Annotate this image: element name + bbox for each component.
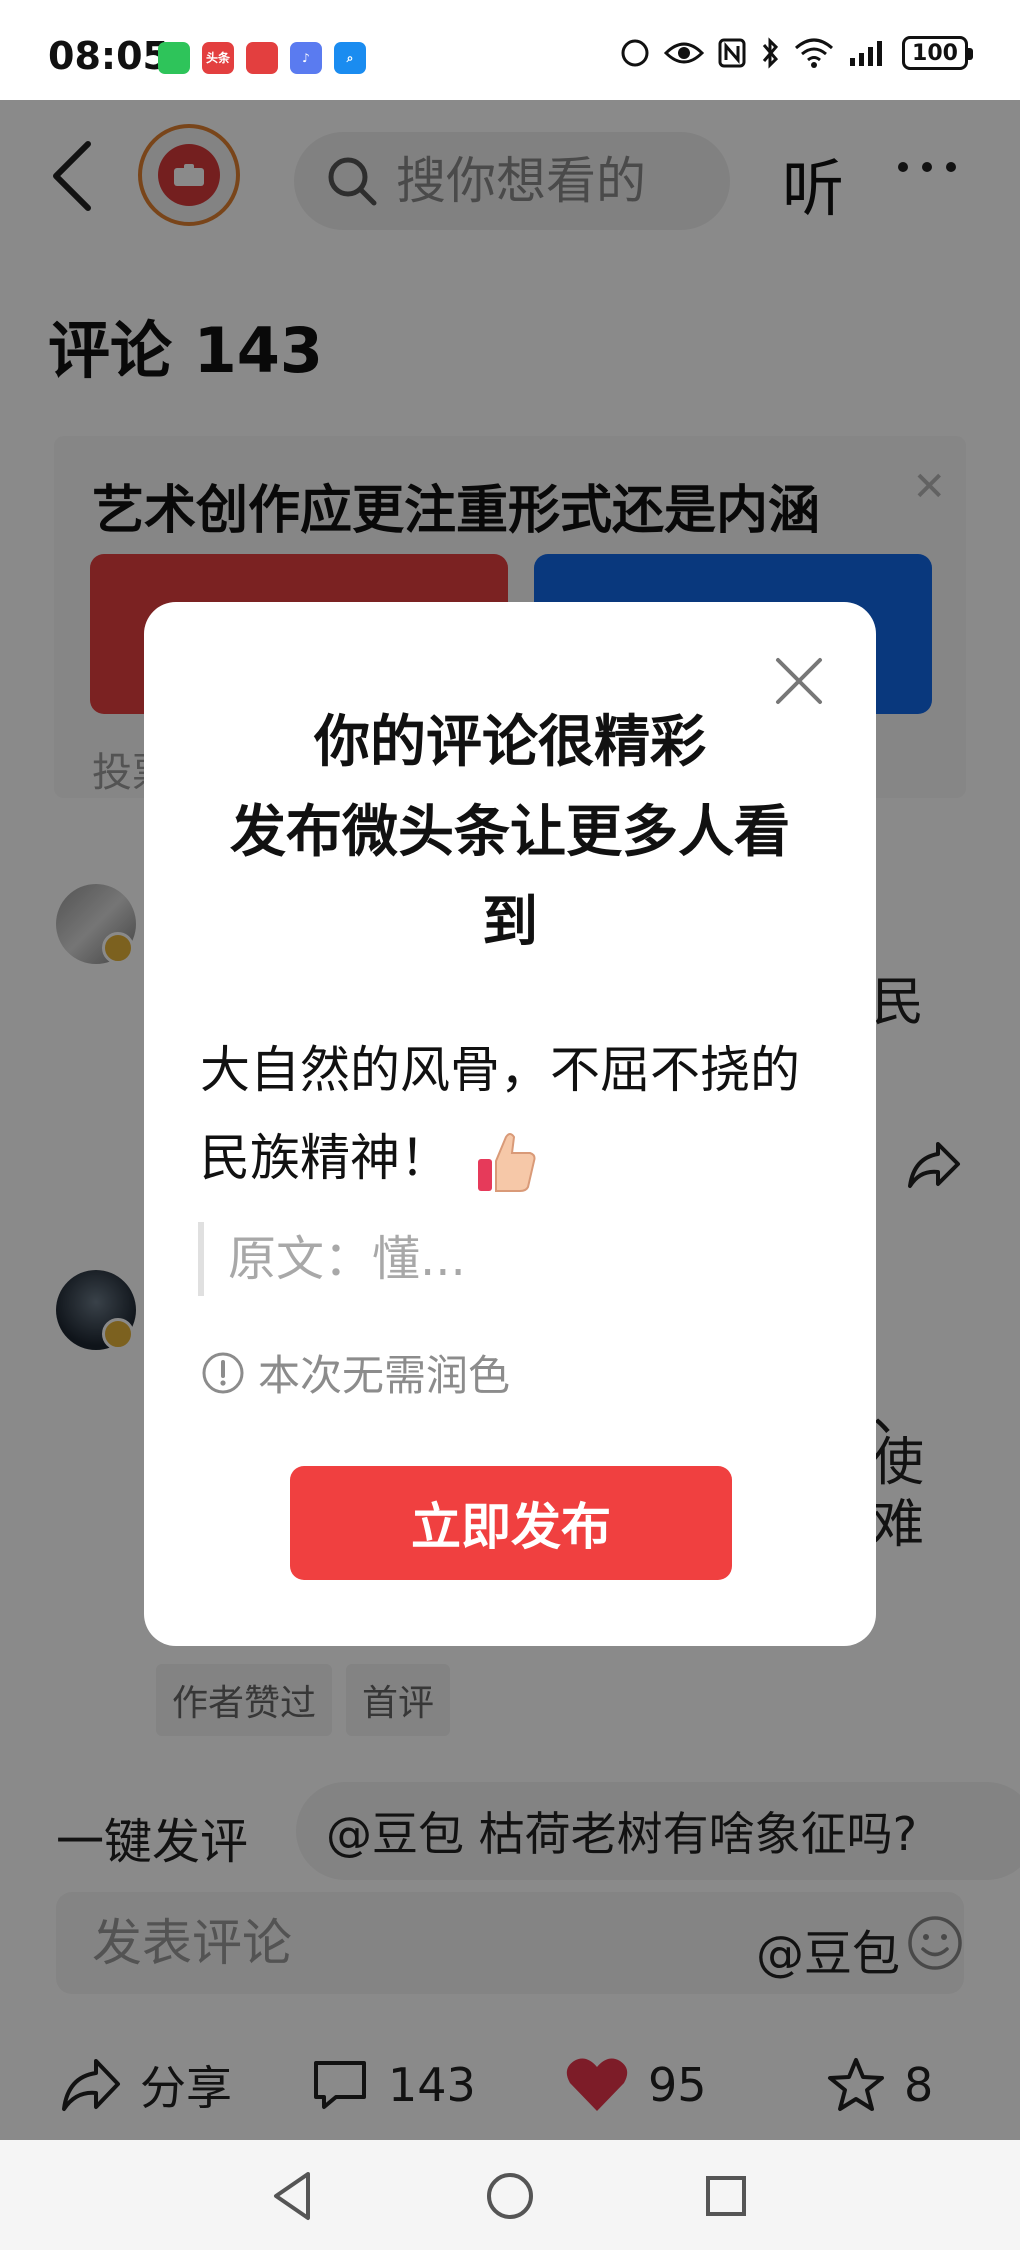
eye-icon <box>664 42 704 64</box>
status-right-icons: 100 <box>620 36 973 70</box>
battery-indicator: 100 <box>902 36 973 70</box>
modal-title-line: 你的评论很精彩 <box>314 710 706 775</box>
polish-hint-text: 本次无需润色 <box>258 1351 511 1400</box>
nfc-icon <box>621 39 649 67</box>
modal-title: 你的评论很精彩 发布微头条让更多人看 到 <box>214 698 806 968</box>
comment-line: 民族精神！ <box>200 1129 450 1187</box>
nav-back-icon[interactable] <box>262 2164 326 2228</box>
publish-modal: 你的评论很精彩 发布微头条让更多人看 到 大自然的风骨，不屈不挠的 民族精神！ … <box>144 602 876 1646</box>
nav-home-icon[interactable] <box>478 2164 542 2228</box>
signal-icon <box>850 41 882 66</box>
n-icon <box>718 38 746 68</box>
modal-comment-text: 大自然的风骨，不屈不挠的 民族精神！ <box>200 1026 820 1202</box>
status-notification-icons: 头条 ♪ ⌕ <box>158 42 366 74</box>
wechat-icon <box>158 42 190 74</box>
toutiao-icon: 头条 <box>202 42 234 74</box>
toutiao-icon-label: 头条 <box>205 51 230 65</box>
info-icon <box>202 1352 244 1393</box>
nav-recents-icon[interactable] <box>694 2164 758 2228</box>
status-time: 08:05 <box>48 34 169 78</box>
publish-now-button[interactable]: 立即发布 <box>290 1466 732 1580</box>
search-app-icon: ⌕ <box>334 42 366 74</box>
battery-level: 100 <box>912 40 958 66</box>
app-root: 08:05 头条 ♪ ⌕ 100 听 <box>0 0 1020 2250</box>
bluetooth-icon <box>762 37 779 69</box>
wifi-icon <box>795 38 833 68</box>
music-icon: ♪ <box>290 42 322 74</box>
status-bar: 08:05 头条 ♪ ⌕ 100 <box>0 0 1020 100</box>
system-nav-bar <box>0 2140 1020 2250</box>
thumbs-up-emoji-icon <box>478 1132 536 1192</box>
polish-hint: 本次无需润色 <box>200 1342 510 1403</box>
reader-icon <box>246 42 278 74</box>
original-quote: 原文：懂... <box>198 1222 466 1296</box>
modal-title-line: 到 <box>482 890 538 955</box>
modal-title-line: 发布微头条让更多人看 <box>230 800 790 865</box>
comment-line: 大自然的风骨，不屈不挠的 <box>200 1041 800 1099</box>
comment-line-wrap: 民族精神！ <box>200 1114 820 1202</box>
